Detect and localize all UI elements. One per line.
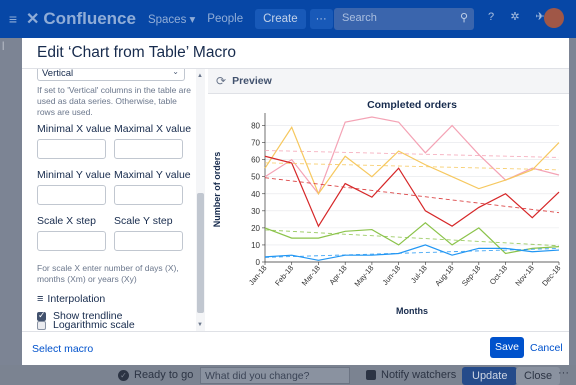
more-create-button[interactable]: ··· <box>309 9 333 29</box>
interpolation-icon: ≡ <box>37 293 44 305</box>
scroll-down-icon[interactable]: ▼ <box>197 322 203 328</box>
trendline <box>264 150 560 158</box>
x-tick-label: Jun-18 <box>381 264 403 287</box>
min-x-label: Minimal X value <box>37 123 112 135</box>
chevron-down-icon: ⌄ <box>172 69 179 76</box>
x-tick-label: Oct-18 <box>488 264 509 287</box>
x-axis-label: Months <box>396 306 428 316</box>
ready-status: ✓ Ready to go <box>118 369 193 381</box>
interpolation-toggle[interactable]: ≡ Interpolation <box>37 293 105 305</box>
scale-x-label: Scale X step <box>37 215 96 227</box>
scale-x-input[interactable] <box>37 231 106 251</box>
y-tick-label: 40 <box>251 190 260 199</box>
select-macro-link[interactable]: Select macro <box>32 343 93 355</box>
y-tick-label: 30 <box>251 207 260 216</box>
min-y-input[interactable] <box>37 185 106 205</box>
x-tick-label: Jul-18 <box>409 264 429 285</box>
min-x-input[interactable] <box>37 139 106 159</box>
divider <box>22 331 569 332</box>
dialog-title: Edit ‘Chart from Table’ Macro <box>37 44 236 61</box>
top-nav: ≡ ✕ Confluence Spaces ▾ People Create ··… <box>0 0 576 38</box>
y-tick-label: 70 <box>251 139 260 148</box>
trendline-option[interactable]: ✓ Show trendline <box>37 310 122 322</box>
close-button[interactable]: Close <box>516 367 561 385</box>
create-button[interactable]: Create <box>255 9 306 29</box>
max-x-label: Maximal X value <box>114 123 192 135</box>
confluence-logo-icon: ✕ <box>26 11 40 28</box>
refresh-icon[interactable]: ⟳ <box>216 74 226 88</box>
preview-area: Completed orders 0 10 20 30 40 50 60 70 80 Jan-18 F… <box>208 94 569 331</box>
trendline-checkbox[interactable]: ✓ <box>37 309 46 321</box>
help-icon[interactable]: ? <box>484 10 498 24</box>
x-tick-label: Nov-18 <box>513 264 535 288</box>
trendline <box>264 177 560 214</box>
y-tick-label: 80 <box>251 122 260 131</box>
preview-header: ⟳ Preview <box>208 69 569 94</box>
x-tick-label: May-18 <box>352 264 375 289</box>
x-tick-label: Mar-18 <box>300 264 322 288</box>
chart: Completed orders01020304050607080Jan-18 F… <box>212 99 563 316</box>
left-edge-marker: | <box>2 40 5 50</box>
max-y-label: Maximal Y value <box>114 169 191 181</box>
y-tick-label: 60 <box>251 156 260 165</box>
min-y-label: Minimal Y value <box>37 169 111 181</box>
x-tick-label: Apr-18 <box>327 264 348 287</box>
menu-icon[interactable]: ≡ <box>0 11 26 27</box>
scale-y-input[interactable] <box>114 231 183 251</box>
x-tick-label: Jan-18 <box>247 264 269 287</box>
series-select[interactable]: Vertical ⌄ <box>37 69 185 81</box>
notify-watchers-checkbox[interactable]: Notify watchers <box>366 369 456 381</box>
settings-icon[interactable]: ✲ <box>508 10 522 24</box>
max-x-input[interactable] <box>114 139 183 159</box>
spaces-menu[interactable]: Spaces ▾ <box>148 12 195 26</box>
x-tick-label: Aug-18 <box>433 264 455 288</box>
max-y-input[interactable] <box>114 185 183 205</box>
cancel-button[interactable]: Cancel <box>530 342 563 354</box>
check-circle-icon: ✓ <box>118 369 129 381</box>
scale-help-text: For scale X enter number of days (X), mo… <box>37 263 179 284</box>
series-line <box>264 116 560 195</box>
scroll-up-icon[interactable]: ▲ <box>197 73 203 79</box>
editor-bottom-bar: ✓ Ready to go What did you change? Notif… <box>0 365 576 385</box>
change-comment-input[interactable]: What did you change? <box>200 367 350 384</box>
macro-dialog: Edit ‘Chart from Table’ Macro Vertical ⌄… <box>22 38 569 365</box>
more-options-button[interactable]: ··· <box>558 367 569 379</box>
checkbox-icon <box>366 370 376 380</box>
confluence-logo[interactable]: ✕ Confluence <box>26 9 136 29</box>
chart-title: Completed orders <box>367 99 457 111</box>
trendline <box>264 162 560 171</box>
check-icon: ✓ <box>38 309 46 320</box>
search-icon: ⚲ <box>459 12 468 24</box>
save-button[interactable]: Save <box>490 337 524 358</box>
people-link[interactable]: People <box>207 13 243 25</box>
x-tick-label: Dec-18 <box>540 264 562 288</box>
update-button[interactable]: Update <box>462 367 518 385</box>
search-input[interactable]: Search ⚲ <box>334 8 474 30</box>
scale-y-label: Scale Y step <box>114 215 173 227</box>
x-tick-label: Feb-18 <box>273 264 295 288</box>
y-tick-label: 20 <box>251 224 260 233</box>
scroll-thumb[interactable] <box>197 193 204 313</box>
options-panel: Vertical ⌄ If set to 'Vertical' columns … <box>22 69 205 331</box>
avatar[interactable] <box>544 8 564 28</box>
options-scrollbar[interactable]: ▲ ▼ <box>196 69 205 331</box>
x-tick-label: Sep-18 <box>460 264 482 288</box>
y-tick-label: 10 <box>251 241 260 250</box>
y-axis-label: Number of orders <box>212 152 222 228</box>
y-tick-label: 50 <box>251 173 260 182</box>
series-help-text: If set to 'Vertical' columns in the tabl… <box>37 85 191 117</box>
